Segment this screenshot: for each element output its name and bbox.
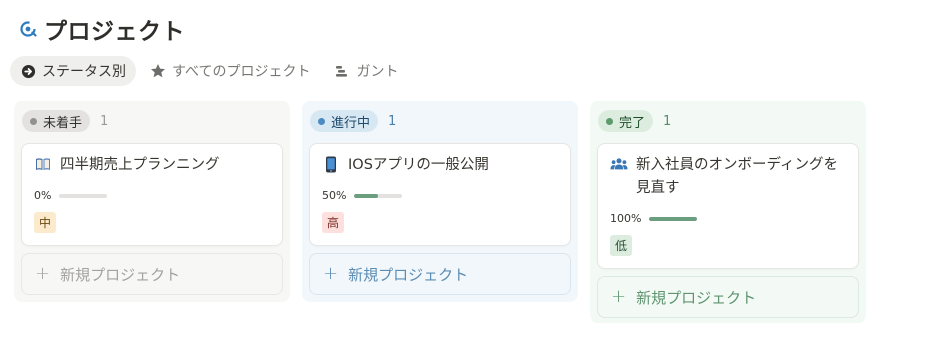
new-project-label: 新規プロジェクト: [60, 265, 181, 284]
progress-bar: [59, 193, 108, 198]
new-project-button[interactable]: + 新規プロジェクト: [597, 276, 859, 318]
status-label: 未着手: [43, 115, 83, 131]
progress: 50%: [322, 189, 558, 202]
progress-bar: [354, 193, 403, 198]
phone-icon: [322, 154, 340, 174]
progress-bar: [649, 216, 698, 221]
board-column-done: 完了 1 新入社員のオンボーディングを見直す 100% 低 + 新規プロジェクト: [590, 101, 866, 323]
tab-label: ガント: [356, 64, 399, 80]
priority-tag[interactable]: 中: [34, 212, 57, 233]
new-project-label: 新規プロジェクト: [348, 265, 469, 284]
column-header: 完了 1: [598, 109, 859, 133]
progress-fill: [649, 216, 698, 221]
status-dot: [30, 117, 37, 125]
column-count: 1: [388, 113, 397, 129]
status-dot: [606, 117, 613, 125]
progress: 100%: [610, 212, 846, 225]
priority-tag[interactable]: 高: [322, 212, 345, 233]
new-project-button[interactable]: + 新規プロジェクト: [21, 253, 283, 295]
people-icon: [610, 154, 628, 174]
star-icon: [150, 63, 166, 79]
column-header: 進行中 1: [310, 109, 571, 133]
column-count: 1: [663, 113, 672, 129]
new-project-button[interactable]: + 新規プロジェクト: [309, 253, 571, 295]
progress-label: 0%: [34, 189, 52, 202]
gantt-icon: [334, 63, 350, 79]
project-card[interactable]: IOSアプリの一般公開 50% 高: [309, 143, 571, 246]
tab-by-status[interactable]: ステータス別: [10, 56, 136, 86]
arrow-circle-icon: [20, 63, 36, 79]
project-card[interactable]: 四半期売上プランニング 0% 中: [21, 143, 283, 246]
card-title: 四半期売上プランニング: [60, 157, 220, 173]
progress-fill: [354, 193, 379, 198]
plus-icon: +: [323, 263, 339, 284]
page: プロジェクト ステータス別 すべてのプロジェクト ガント 未着手 1 四半期売上…: [0, 0, 926, 356]
status-badge[interactable]: 進行中: [310, 110, 379, 132]
progress-label: 50%: [322, 189, 347, 202]
tab-all-projects[interactable]: すべてのプロジェクト: [140, 56, 320, 86]
progress-label: 100%: [610, 212, 642, 225]
progress: 0%: [34, 189, 270, 202]
tab-gantt[interactable]: ガント: [324, 56, 408, 86]
plus-icon: +: [35, 263, 51, 284]
view-tabs: ステータス別 すべてのプロジェクト ガント: [10, 56, 408, 86]
card-title: 新入社員のオンボーディングを見直す: [636, 157, 838, 196]
tab-label: ステータス別: [42, 64, 126, 80]
card-title: IOSアプリの一般公開: [348, 157, 489, 173]
status-badge[interactable]: 完了: [598, 110, 654, 132]
book-icon: [34, 154, 52, 174]
column-count: 1: [100, 113, 109, 129]
status-label: 進行中: [331, 115, 371, 131]
refresh-cycle-icon: [18, 19, 38, 39]
tab-label: すべてのプロジェクト: [172, 64, 311, 80]
status-dot: [318, 117, 325, 125]
new-project-label: 新規プロジェクト: [636, 288, 757, 307]
page-title: プロジェクト: [44, 19, 185, 45]
status-badge[interactable]: 未着手: [22, 110, 91, 132]
plus-icon: +: [611, 286, 627, 307]
priority-tag[interactable]: 低: [610, 235, 633, 256]
page-header: プロジェクト: [18, 12, 185, 46]
column-header: 未着手 1: [22, 109, 283, 133]
board-column-not-started: 未着手 1 四半期売上プランニング 0% 中 + 新規プロジェクト: [14, 101, 290, 302]
project-card[interactable]: 新入社員のオンボーディングを見直す 100% 低: [597, 143, 859, 269]
board-column-in-progress: 進行中 1 IOSアプリの一般公開 50% 高 + 新規プロジェクト: [302, 101, 578, 302]
status-label: 完了: [619, 115, 646, 131]
